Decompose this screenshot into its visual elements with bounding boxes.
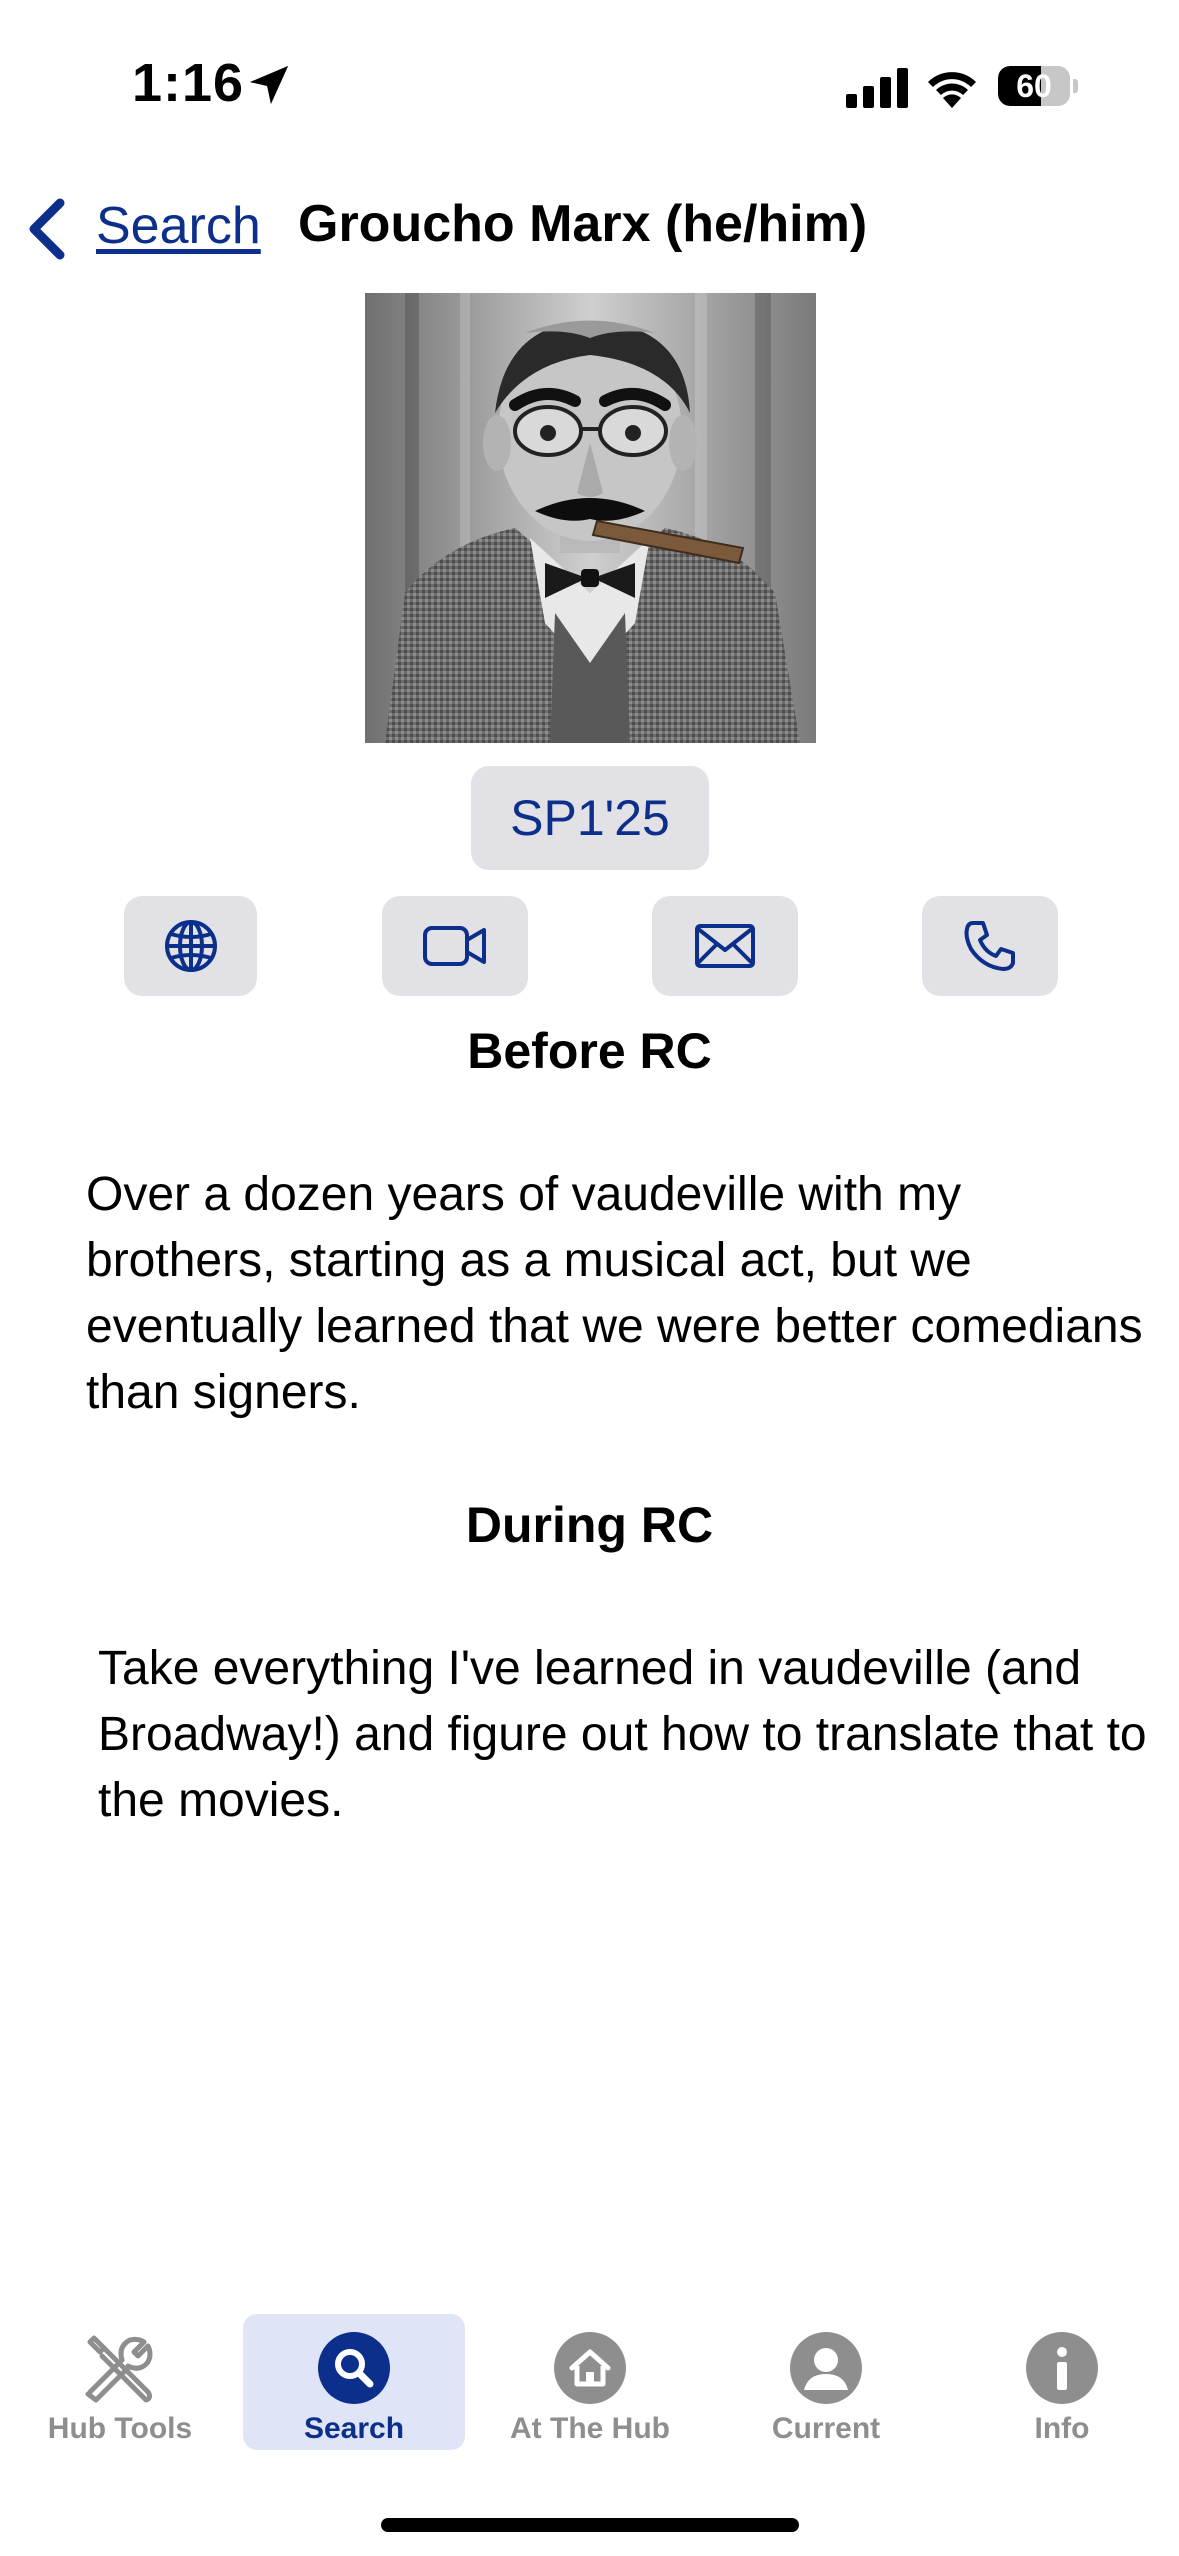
tab-info[interactable]: Info (962, 2318, 1162, 2450)
search-icon (318, 2332, 390, 2404)
before-rc-text: Over a dozen years of vaudeville with my… (86, 1168, 1143, 1419)
location-arrow-icon (249, 65, 289, 105)
tab-hub-tools[interactable]: Hub Tools (20, 2318, 220, 2450)
during-rc-text: Take everything I've learned in vaudevil… (98, 1642, 1147, 1827)
home-icon (554, 2332, 626, 2404)
tab-label: Hub Tools (47, 2412, 193, 2445)
video-camera-icon (423, 926, 486, 966)
during-rc-heading: During RC (465, 1497, 714, 1553)
back-button[interactable]: Search (96, 196, 261, 256)
status-time: 1:16 (132, 53, 245, 113)
phone-icon (964, 921, 1015, 971)
person-icon (790, 2332, 862, 2404)
before-rc-heading: Before RC (467, 1023, 712, 1079)
tab-search[interactable]: Search (254, 2318, 454, 2450)
cellular-signal-icon (846, 68, 908, 108)
battery-indicator: 60 (998, 66, 1078, 106)
tab-label: Info (1034, 2412, 1090, 2445)
globe-icon (164, 920, 217, 972)
status-bar: 1:16 60 (0, 0, 1179, 150)
wifi-icon (928, 72, 976, 108)
battery-level: 60 (1016, 68, 1052, 104)
info-icon (1026, 2332, 1098, 2404)
page-title: Groucho Marx (he/him) (298, 195, 868, 253)
tab-label: At The Hub (510, 2412, 670, 2445)
email-button[interactable] (652, 896, 798, 996)
tab-at-the-hub[interactable]: At The Hub (490, 2318, 690, 2450)
tools-icon (85, 2335, 153, 2403)
chevron-left-icon[interactable] (24, 198, 68, 260)
tab-current[interactable]: Current (726, 2318, 926, 2450)
profile-photo (365, 293, 816, 743)
video-call-button[interactable] (382, 896, 528, 996)
tab-label: Current (771, 2412, 881, 2445)
phone-button[interactable] (922, 896, 1058, 996)
tab-label: Search (303, 2412, 405, 2445)
cohort-badge[interactable]: SP1'25 (471, 766, 709, 870)
envelope-icon (695, 924, 755, 968)
website-button[interactable] (124, 896, 257, 996)
home-indicator[interactable] (381, 2518, 799, 2532)
